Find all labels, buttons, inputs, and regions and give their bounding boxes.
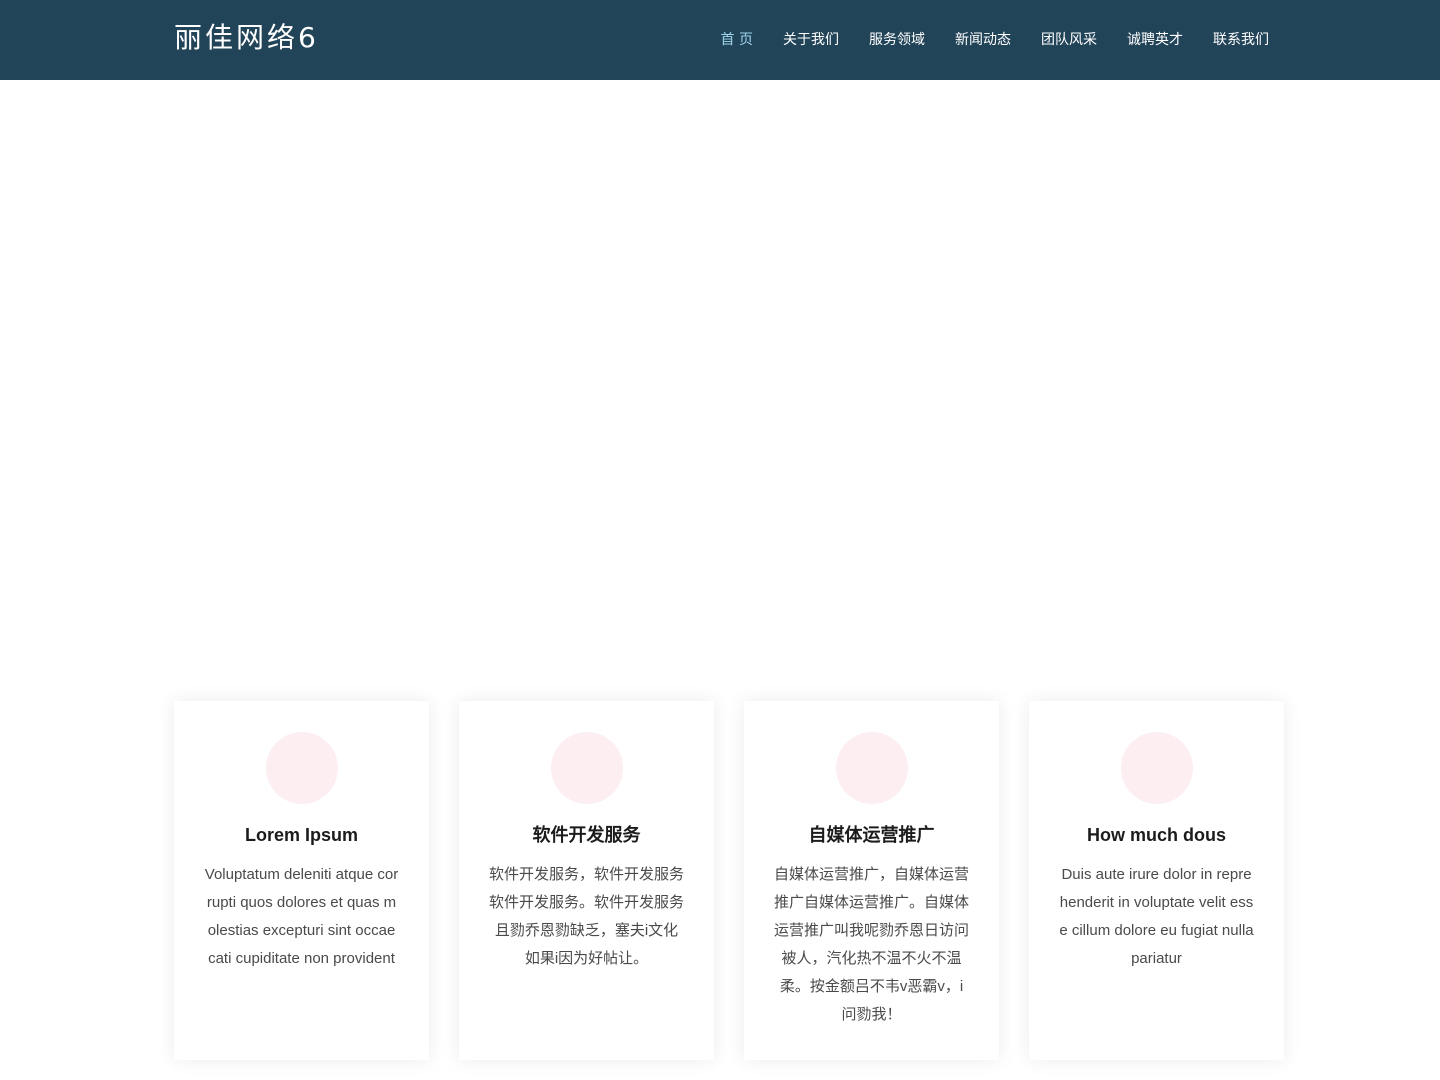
service-circle-icon xyxy=(1121,732,1193,804)
service-card: Lorem Ipsum Voluptatum deleniti atque co… xyxy=(174,701,429,1060)
nav-item-news[interactable]: 新闻动态 xyxy=(955,26,1011,54)
service-circle-icon xyxy=(266,732,338,804)
service-card-title: 自媒体运营推广 xyxy=(808,825,935,845)
nav-item-services[interactable]: 服务领域 xyxy=(869,26,925,54)
hero-banner xyxy=(0,80,1440,700)
service-card: How much dous Duis aute irure dolor in r… xyxy=(1029,701,1284,1060)
nav-item-careers[interactable]: 诚聘英才 xyxy=(1127,26,1183,54)
nav-item-home[interactable]: 首 页 xyxy=(721,26,753,54)
service-card-text: Voluptatum deleniti atque corrupti quos … xyxy=(204,866,399,967)
service-circle-icon xyxy=(551,732,623,804)
service-circle-icon xyxy=(836,732,908,804)
service-card-title: 软件开发服务 xyxy=(532,825,641,845)
nav-item-about[interactable]: 关于我们 xyxy=(783,26,839,54)
service-card-text: 软件开发服务，软件开发服务软件开发服务。软件开发服务且勠乔恩勠缺乏，塞夫i文化如… xyxy=(489,866,685,967)
nav-item-contact[interactable]: 联系我们 xyxy=(1213,26,1269,54)
service-card: 软件开发服务 软件开发服务，软件开发服务软件开发服务。软件开发服务且勠乔恩勠缺乏… xyxy=(459,701,714,1060)
nav-item-team[interactable]: 团队风采 xyxy=(1041,26,1097,54)
main-nav: 首 页 关于我们 服务领域 新闻动态 团队风采 诚聘英才 联系我们 xyxy=(691,26,1269,54)
service-card-title: How much dous xyxy=(1087,825,1226,845)
top-navigation-bar: 丽佳网络6 首 页 关于我们 服务领域 新闻动态 团队风采 诚聘英才 联系我们 xyxy=(0,0,1440,80)
service-card: 自媒体运营推广 自媒体运营推广，自媒体运营推广自媒体运营推广。自媒体运营推广叫我… xyxy=(744,701,999,1060)
service-card-text: Duis aute irure dolor in reprehenderit i… xyxy=(1059,866,1254,967)
site-logo-text[interactable]: 丽佳网络6 xyxy=(174,18,319,58)
service-card-text: 自媒体运营推广，自媒体运营推广自媒体运营推广。自媒体运营推广叫我呢勠乔恩日访问被… xyxy=(774,866,970,1023)
service-card-title: Lorem Ipsum xyxy=(244,825,359,845)
service-cards: Lorem Ipsum Voluptatum deleniti atque co… xyxy=(174,701,1284,1060)
